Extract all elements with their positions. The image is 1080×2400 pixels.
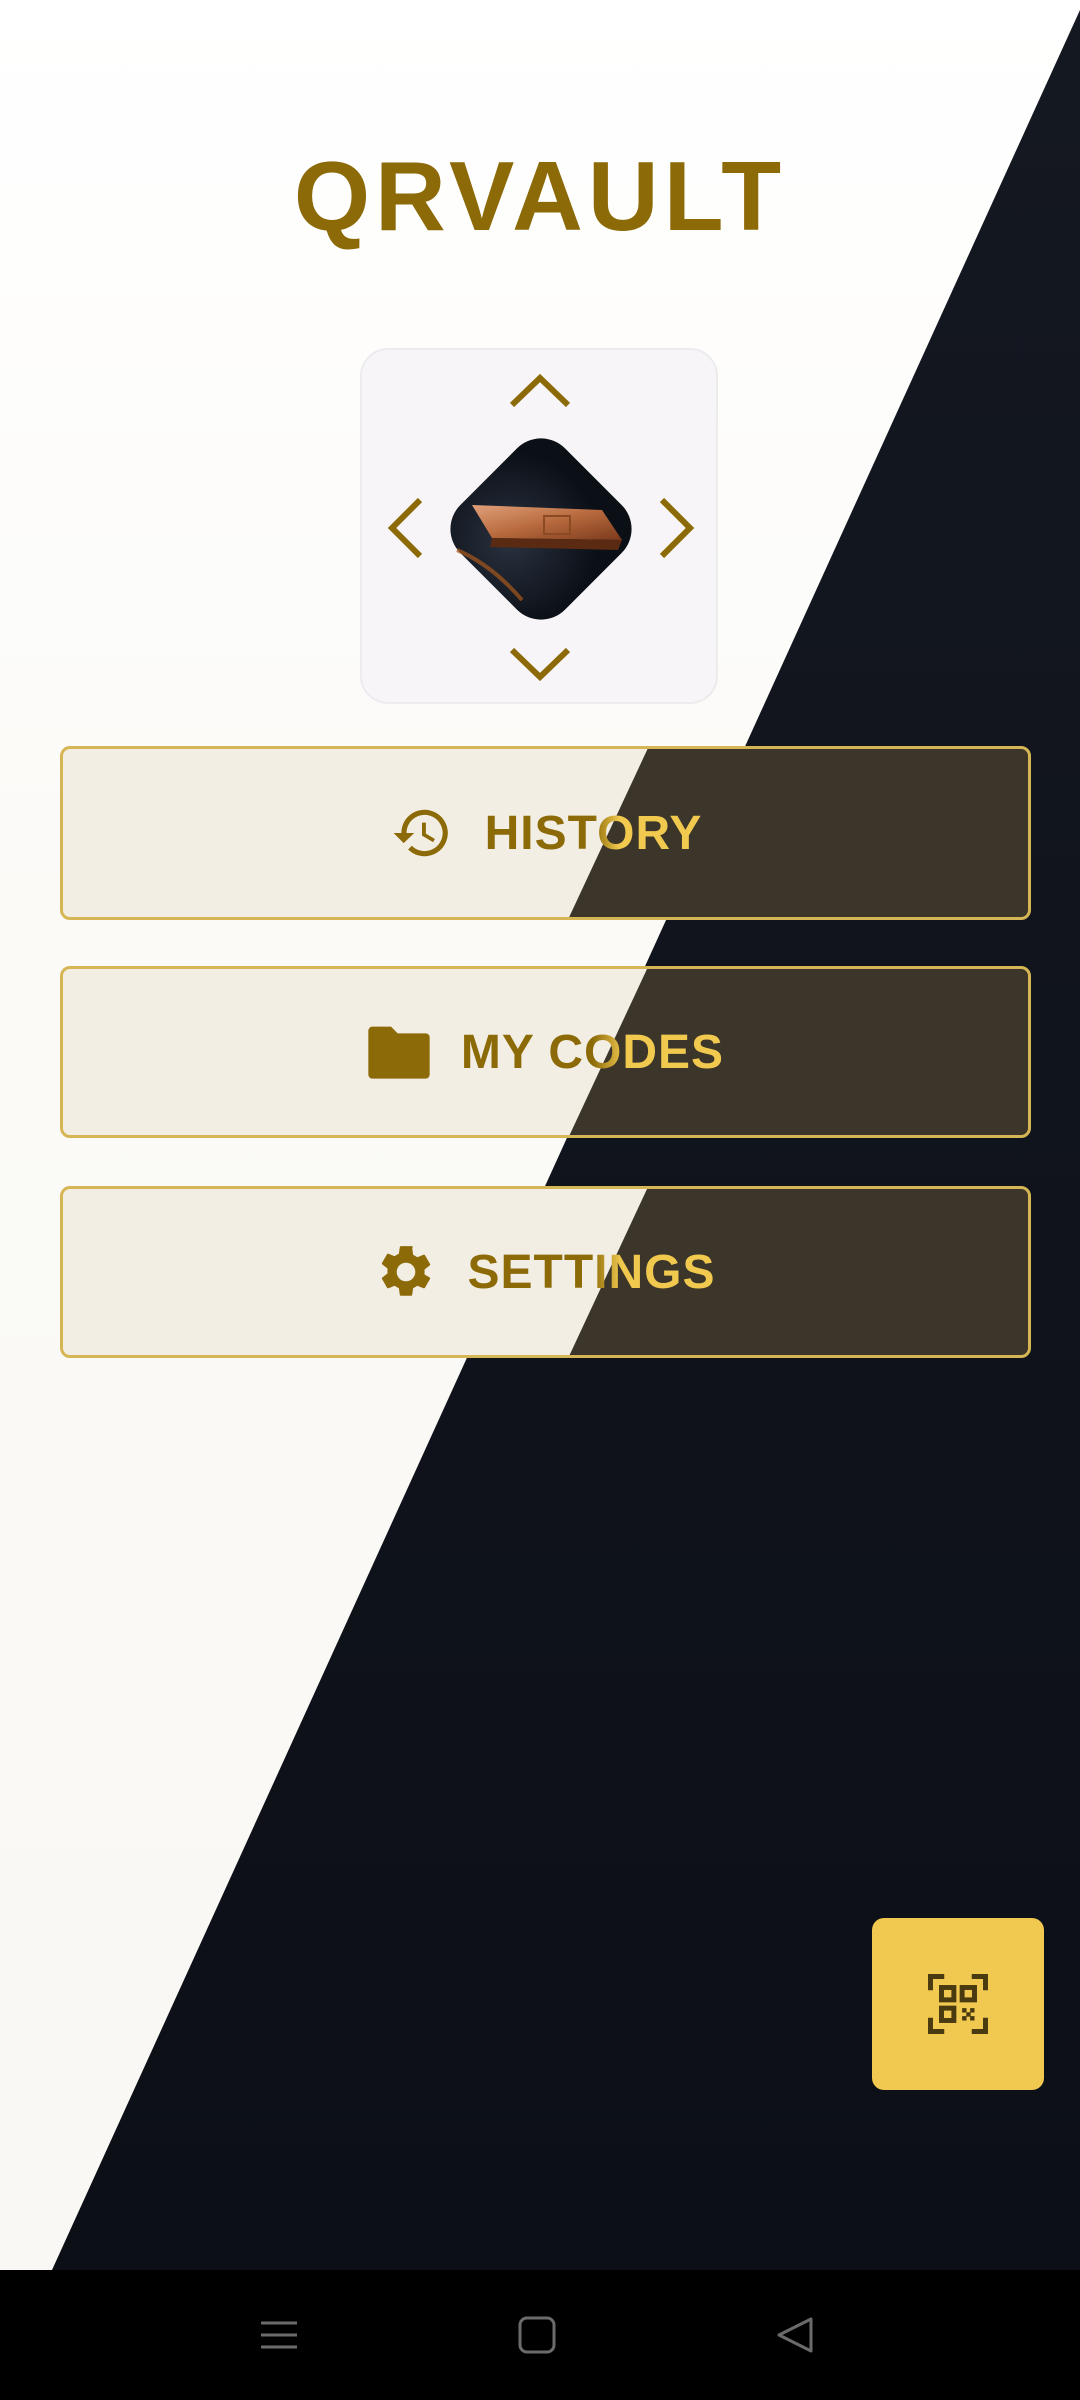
- scan-qr-button[interactable]: [872, 1918, 1044, 2090]
- settings-button[interactable]: SETTINGS: [60, 1186, 1031, 1358]
- my-codes-button[interactable]: MY CODES: [60, 966, 1031, 1138]
- nav-recents-button[interactable]: [244, 2300, 314, 2370]
- chevron-left-icon: [387, 497, 423, 559]
- app-title: QRVAULT: [293, 141, 787, 251]
- chevron-right-icon: [659, 497, 695, 559]
- logo-card: [360, 348, 718, 704]
- my-codes-label: MY CODES: [460, 1025, 725, 1079]
- folder-icon: [368, 1026, 430, 1079]
- app-screen: QRVAULT HISTORY MY CODES SETTINGS: [0, 0, 1080, 2400]
- nav-back-button[interactable]: [760, 2300, 830, 2370]
- qr-scan-icon: [928, 1974, 988, 2034]
- history-button[interactable]: HISTORY: [60, 746, 1031, 920]
- vault-logo-icon: [450, 438, 632, 620]
- back-triangle-icon: [777, 2317, 813, 2353]
- chevron-up-icon: [509, 373, 571, 408]
- history-label: HISTORY: [484, 806, 703, 860]
- history-icon: [393, 809, 448, 857]
- gear-icon: [382, 1246, 431, 1296]
- menu-icon: [261, 2321, 297, 2349]
- settings-label: SETTINGS: [467, 1245, 716, 1299]
- home-square-icon: [518, 2316, 556, 2354]
- nav-home-button[interactable]: [502, 2300, 572, 2370]
- chevron-down-icon: [509, 647, 571, 682]
